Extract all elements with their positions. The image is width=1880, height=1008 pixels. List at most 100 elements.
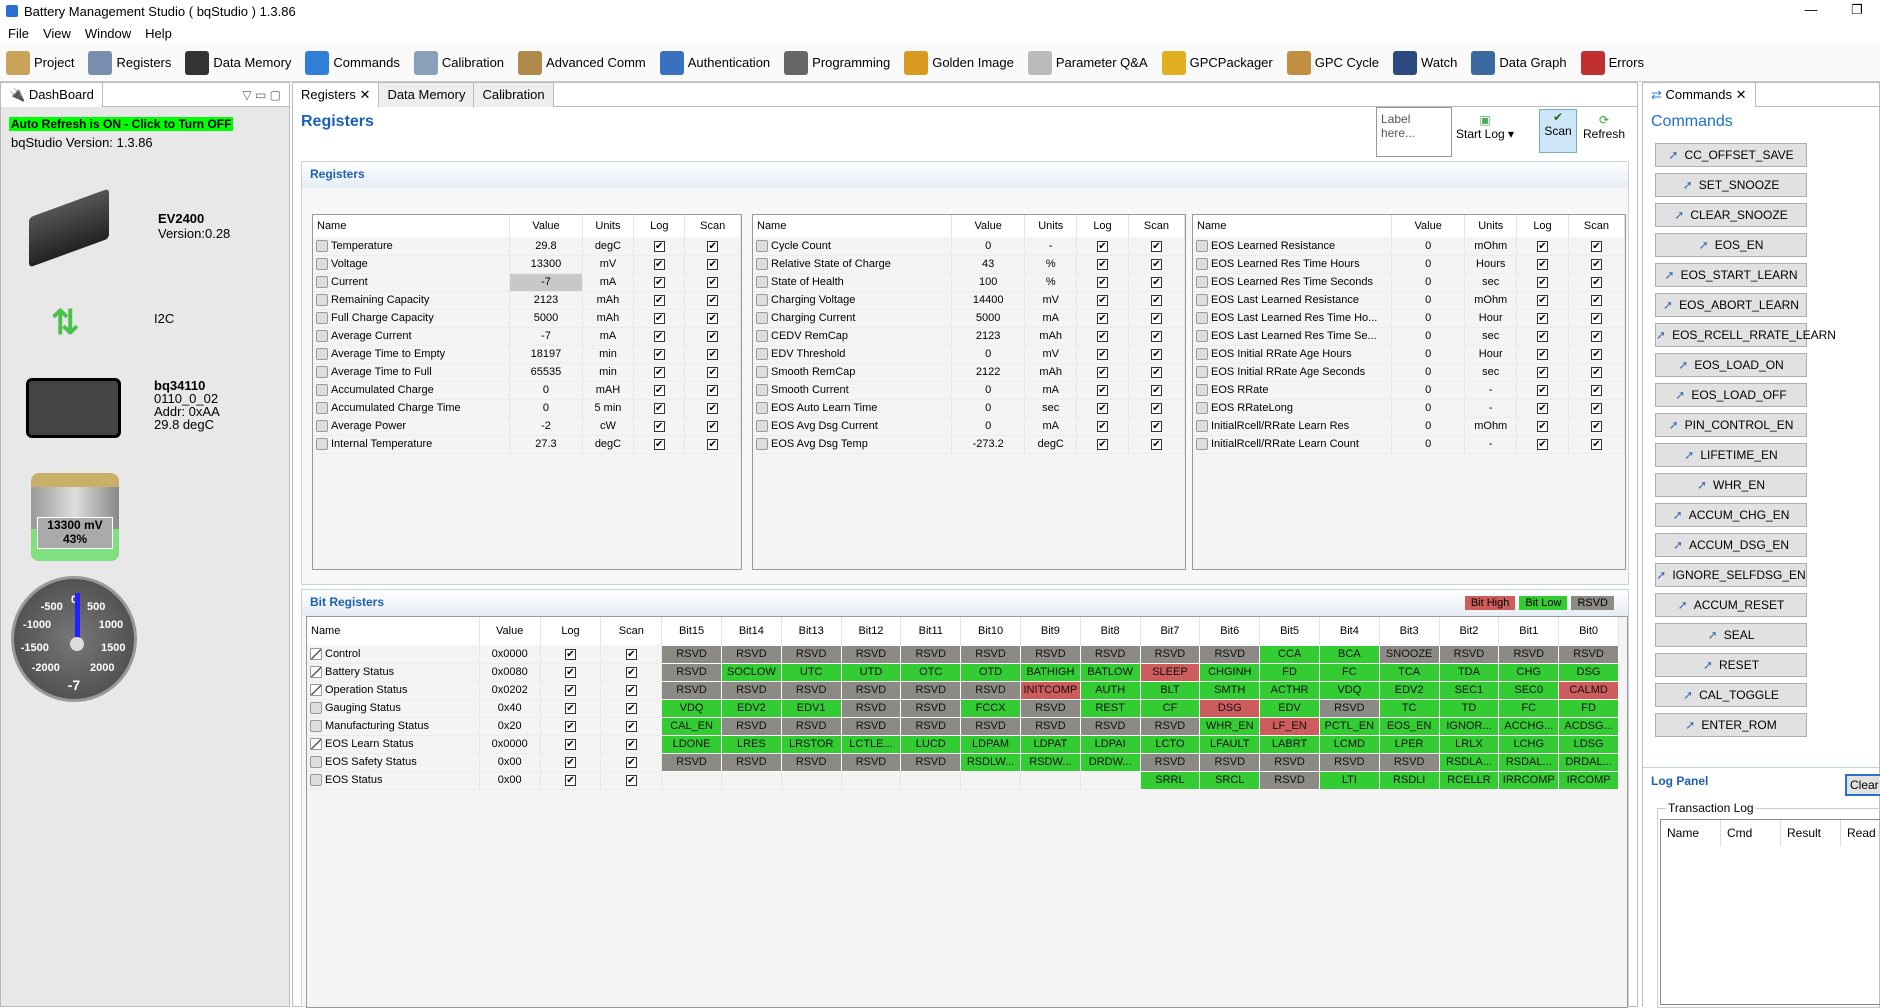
bit-cell[interactable]: LDPAI xyxy=(1079,734,1141,754)
clear-log-button[interactable]: Clear xyxy=(1845,774,1880,796)
log-checkbox[interactable]: ✔ xyxy=(1536,349,1548,360)
tab-dashboard[interactable]: 🔌 DashBoard xyxy=(1,82,103,107)
bit-cell[interactable]: BATLOW xyxy=(1079,662,1141,682)
scan-checkbox[interactable]: ✔ xyxy=(1590,403,1602,414)
bit-cell[interactable]: RSVD xyxy=(840,680,902,700)
log-checkbox[interactable]: ✔ xyxy=(564,703,576,714)
tab-data-memory[interactable]: Data Memory xyxy=(379,82,475,107)
log-checkbox[interactable]: ✔ xyxy=(564,775,576,786)
log-checkbox[interactable]: ✔ xyxy=(653,331,665,342)
start-log-button[interactable]: ▣ Start Log ▾ xyxy=(1456,113,1514,141)
bit-cell[interactable]: RSVD xyxy=(1019,698,1081,718)
bit-cell[interactable]: LDPAT xyxy=(1019,734,1081,754)
bit-cell[interactable]: LCTO xyxy=(1139,734,1201,754)
menu-window[interactable]: Window xyxy=(85,24,131,44)
scan-checkbox[interactable]: ✔ xyxy=(707,349,719,360)
scan-checkbox[interactable]: ✔ xyxy=(625,703,637,714)
bit-cell[interactable]: RSDW... xyxy=(1019,752,1081,772)
scan-checkbox[interactable]: ✔ xyxy=(707,403,719,414)
bit-cell[interactable]: RSVD xyxy=(1438,644,1500,664)
minimize-button[interactable]: — xyxy=(1788,0,1834,24)
toolbar-registers[interactable]: Registers xyxy=(88,50,171,75)
command-accum-reset-button[interactable]: ACCUM_RESET xyxy=(1655,593,1807,617)
scan-checkbox[interactable]: ✔ xyxy=(707,439,719,450)
command-eos-start-learn-button[interactable]: EOS_START_LEARN xyxy=(1655,263,1807,287)
scan-checkbox[interactable]: ✔ xyxy=(625,721,637,732)
scan-checkbox[interactable]: ✔ xyxy=(1150,277,1162,288)
scan-checkbox[interactable]: ✔ xyxy=(1590,385,1602,396)
toolbar-data-graph[interactable]: Data Graph xyxy=(1471,50,1567,75)
command-cc-offset-save-button[interactable]: CC_OFFSET_SAVE xyxy=(1655,143,1807,167)
toolbar-watch[interactable]: Watch xyxy=(1393,50,1457,75)
log-checkbox[interactable]: ✔ xyxy=(1536,331,1548,342)
scan-checkbox[interactable]: ✔ xyxy=(1150,295,1162,306)
log-checkbox[interactable]: ✔ xyxy=(653,385,665,396)
bit-cell[interactable]: RSVD xyxy=(900,698,962,718)
log-checkbox[interactable]: ✔ xyxy=(1096,439,1108,450)
bit-cell[interactable]: RSVD xyxy=(780,680,842,700)
bit-cell[interactable]: SLEEP xyxy=(1139,662,1201,682)
bit-cell[interactable]: AUTH xyxy=(1079,680,1141,700)
bit-cell[interactable]: RSVD xyxy=(960,680,1021,700)
command-whr-en-button[interactable]: WHR_EN xyxy=(1655,473,1807,497)
bit-cell[interactable]: RSVD xyxy=(720,716,782,736)
view-menu-icon[interactable]: ▽ ▭ ▢ xyxy=(242,88,281,102)
toolbar-authentication[interactable]: Authentication xyxy=(659,50,770,75)
toolbar-programming[interactable]: Programming xyxy=(784,50,890,75)
log-checkbox[interactable]: ✔ xyxy=(1096,367,1108,378)
bit-cell[interactable]: RSVD xyxy=(1318,752,1380,772)
bit-cell[interactable]: RSVD xyxy=(780,716,842,736)
scan-checkbox[interactable]: ✔ xyxy=(1590,421,1602,432)
log-checkbox[interactable]: ✔ xyxy=(1096,313,1108,324)
bit-cell[interactable]: RSVD xyxy=(780,752,842,772)
bit-cell[interactable]: RSVD xyxy=(1139,716,1201,736)
bit-cell[interactable]: RCELLR xyxy=(1438,770,1500,790)
commands-list[interactable]: CC_OFFSET_SAVE SET_SNOOZE CLEAR_SNOOZE EOS_… xyxy=(1643,143,1879,765)
log-checkbox[interactable]: ✔ xyxy=(1096,240,1108,252)
bit-cell[interactable]: CF xyxy=(1139,698,1201,718)
bit-cell[interactable]: DSG xyxy=(1199,698,1261,718)
bit-cell[interactable]: LF_EN xyxy=(1259,716,1320,736)
log-checkbox[interactable]: ✔ xyxy=(564,739,576,750)
bit-cell[interactable]: RSVD xyxy=(1318,698,1380,718)
bit-cell[interactable]: LDONE xyxy=(661,734,722,754)
scan-checkbox[interactable]: ✔ xyxy=(1590,240,1602,252)
bit-cell[interactable]: RSVD xyxy=(900,752,962,772)
bit-cell[interactable]: DRDAL... xyxy=(1558,752,1619,772)
bit-cell[interactable]: RSVD xyxy=(960,644,1021,664)
scan-checkbox[interactable]: ✔ xyxy=(625,757,637,768)
bit-cell[interactable]: CAL_EN xyxy=(661,716,722,736)
tab-registers[interactable]: Registers ✕ xyxy=(293,82,380,107)
log-checkbox[interactable]: ✔ xyxy=(1096,277,1108,288)
log-checkbox[interactable]: ✔ xyxy=(653,403,665,414)
log-checkbox[interactable]: ✔ xyxy=(564,667,576,678)
log-checkbox[interactable]: ✔ xyxy=(1096,295,1108,306)
bit-cell[interactable]: SNOOZE xyxy=(1378,644,1440,664)
bit-cell[interactable]: LRES xyxy=(720,734,782,754)
bit-cell[interactable]: OTC xyxy=(900,662,962,682)
bit-cell[interactable]: SRCL xyxy=(1199,770,1261,790)
log-checkbox[interactable]: ✔ xyxy=(1096,331,1108,342)
bit-cell[interactable]: RSVD xyxy=(661,662,722,682)
scan-checkbox[interactable]: ✔ xyxy=(1590,259,1602,270)
bit-cell[interactable]: EDV1 xyxy=(780,698,842,718)
command-pin-control-en-button[interactable]: PIN_CONTROL_EN xyxy=(1655,413,1807,437)
bit-cell[interactable]: SRRL xyxy=(1139,770,1201,790)
bit-cell[interactable]: RSDAL... xyxy=(1498,752,1560,772)
scan-checkbox[interactable]: ✔ xyxy=(1150,240,1162,252)
bit-cell[interactable]: TCA xyxy=(1378,662,1440,682)
log-label-input[interactable]: Label here... xyxy=(1376,107,1452,157)
bit-cell[interactable]: RSVD xyxy=(661,680,722,700)
scan-checkbox[interactable]: ✔ xyxy=(707,295,719,306)
bit-cell[interactable]: CHGINH xyxy=(1199,662,1261,682)
toolbar-errors[interactable]: Errors xyxy=(1580,50,1644,75)
log-checkbox[interactable]: ✔ xyxy=(1096,403,1108,414)
bit-cell[interactable]: ACTHR xyxy=(1259,680,1320,700)
scan-checkbox[interactable]: ✔ xyxy=(1590,349,1602,360)
bit-cell[interactable]: DRDW... xyxy=(1079,752,1141,772)
toolbar-parameter-q-a[interactable]: Parameter Q&A xyxy=(1027,50,1148,75)
log-checkbox[interactable]: ✔ xyxy=(1096,259,1108,270)
bit-cell[interactable]: RSVD xyxy=(900,680,962,700)
bit-cell[interactable]: TDA xyxy=(1438,662,1500,682)
scan-checkbox[interactable]: ✔ xyxy=(1150,421,1162,432)
